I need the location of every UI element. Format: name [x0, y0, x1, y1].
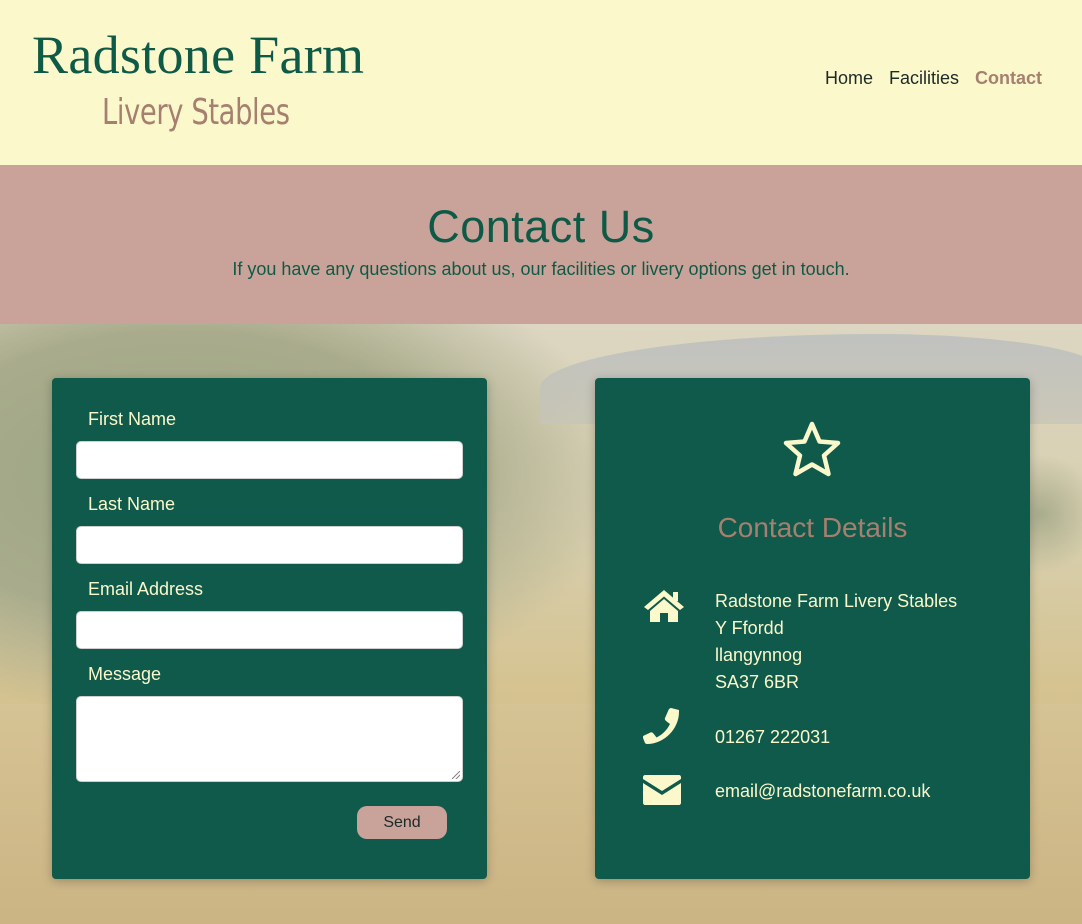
- last-name-label: Last Name: [88, 494, 176, 514]
- nav-home[interactable]: Home: [825, 68, 873, 89]
- resize-handle-icon[interactable]: [452, 771, 460, 779]
- nav-facilities[interactable]: Facilities: [889, 68, 959, 89]
- last-name-input[interactable]: [76, 526, 463, 564]
- first-name-input[interactable]: [76, 441, 463, 479]
- contact-details-card: Contact Details Radstone Farm Livery Sta…: [595, 378, 1030, 879]
- first-name-label: First Name: [88, 409, 177, 429]
- email-input[interactable]: [76, 611, 463, 649]
- banner-text: If you have any questions about us, our …: [232, 259, 850, 279]
- brand-subtitle: Livery Stables: [102, 92, 290, 133]
- nav-contact[interactable]: Contact: [975, 68, 1042, 89]
- contact-form: First Name Last Name Email Address Messa…: [52, 378, 487, 879]
- email-address-link[interactable]: email@radstonefarm.co.uk: [715, 778, 930, 805]
- phone-number[interactable]: 01267 222031: [715, 724, 830, 751]
- address-line: SA37 6BR: [715, 672, 800, 692]
- brand-title[interactable]: Radstone Farm: [32, 24, 364, 86]
- page-title: Contact Us: [427, 201, 655, 252]
- contact-banner: Contact Us If you have any questions abo…: [0, 165, 1082, 324]
- address-line: Y Ffordd: [715, 618, 784, 638]
- message-wrapper: [52, 696, 487, 782]
- home-icon: [644, 590, 684, 622]
- message-textarea[interactable]: [76, 696, 463, 782]
- main-nav: Home Facilities Contact: [825, 68, 1042, 89]
- phone-icon: [643, 708, 679, 744]
- email-label: Email Address: [88, 579, 204, 599]
- contact-details-title: Contact Details: [717, 512, 908, 543]
- address-line: llangynnog: [715, 645, 803, 665]
- envelope-icon: [643, 775, 681, 805]
- message-label: Message: [88, 664, 162, 684]
- address-line: Radstone Farm Livery Stables: [715, 591, 958, 611]
- address-block: Radstone Farm Livery Stables Y Ffordd ll…: [715, 588, 957, 696]
- site-header: Radstone Farm Livery Stables Home Facili…: [0, 0, 1082, 165]
- star-icon: [783, 421, 841, 477]
- send-button[interactable]: Send: [357, 806, 447, 839]
